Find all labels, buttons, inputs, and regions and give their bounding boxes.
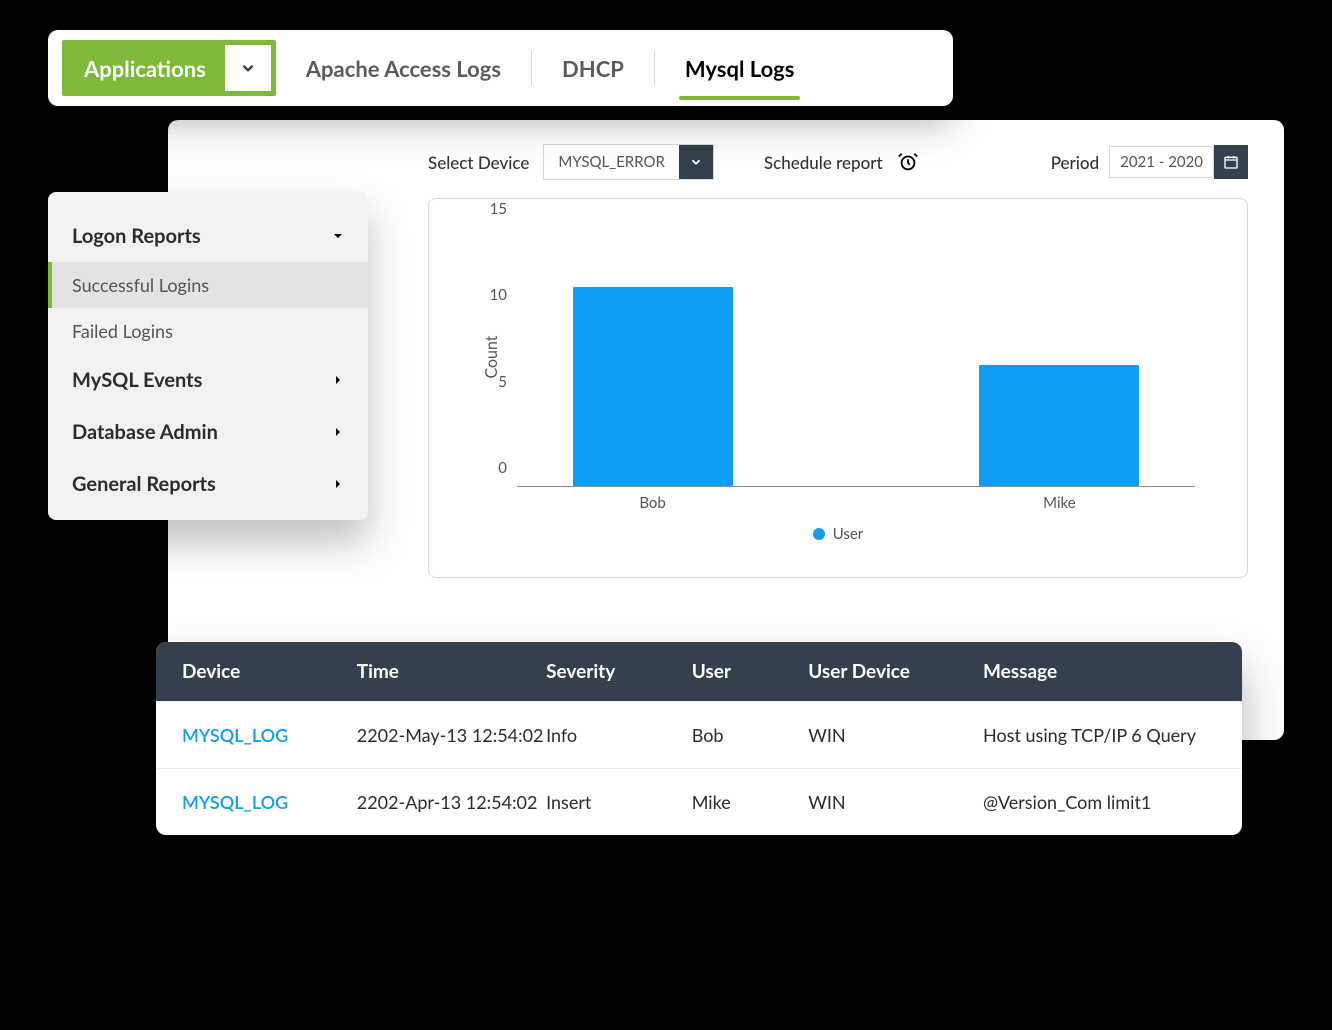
chart-plot-area: Count 051015BobMike	[517, 227, 1195, 487]
schedule-report-label: Schedule report	[764, 152, 883, 173]
report-sidebar: Logon Reports Successful LoginsFailed Log…	[48, 192, 368, 520]
cell-user-device: WIN	[808, 724, 983, 746]
cell-severity: Insert	[546, 791, 692, 813]
log-table: DeviceTimeSeverityUserUser DeviceMessage…	[156, 642, 1242, 835]
cell-time: 2202-Apr-13 12:54:02	[357, 791, 546, 813]
sidebar-group[interactable]: Database Admin	[48, 406, 368, 458]
sidebar-group[interactable]: General Reports	[48, 458, 368, 510]
chart-y-axis-label: Count	[482, 335, 501, 378]
legend-dot-icon	[813, 528, 825, 540]
chart-legend: User	[471, 525, 1205, 543]
report-toolbar: Select Device MYSQL_ERROR Schedule repor…	[428, 144, 1248, 180]
calendar-icon	[1214, 145, 1248, 179]
select-device-label: Select Device	[428, 152, 529, 173]
table-row: MYSQL_LOG2202-May-13 12:54:02InfoBobWINH…	[156, 701, 1242, 768]
applications-dropdown-label: Applications	[84, 55, 206, 82]
select-device-dropdown[interactable]: MYSQL_ERROR	[543, 144, 713, 180]
chart-card: Count 051015BobMike User	[428, 198, 1248, 578]
sidebar-group-label: Database Admin	[72, 420, 218, 444]
applications-dropdown[interactable]: Applications	[62, 40, 276, 96]
tab-apache-access-logs[interactable]: Apache Access Logs	[300, 55, 507, 82]
device-link[interactable]: MYSQL_LOG	[182, 724, 357, 746]
sidebar-item[interactable]: Successful Logins	[48, 262, 368, 308]
table-column-header[interactable]: Severity	[546, 660, 692, 683]
chart-y-tick: 0	[498, 459, 507, 477]
table-row: MYSQL_LOG2202-Apr-13 12:54:02InsertMikeW…	[156, 768, 1242, 835]
device-link[interactable]: MYSQL_LOG	[182, 791, 357, 813]
cell-message: @Version_Com limit1	[983, 791, 1216, 813]
chart-x-label: Mike	[1043, 494, 1076, 512]
sidebar-group-label: MySQL Events	[72, 368, 202, 392]
tab-dhcp[interactable]: DHCP	[556, 55, 630, 82]
chart-y-tick: 15	[490, 200, 507, 218]
tab-mysql-logs[interactable]: Mysql Logs	[679, 55, 801, 82]
sidebar-group[interactable]: Logon Reports	[48, 210, 368, 262]
table-column-header[interactable]: Time	[357, 660, 546, 683]
chevron-down-icon	[224, 44, 272, 92]
chart-y-tick: 10	[490, 286, 507, 304]
chart-legend-label: User	[833, 525, 864, 543]
cell-user: Mike	[692, 791, 809, 813]
app-tab-bar: Applications Apache Access Logs DHCP Mys…	[48, 30, 953, 106]
chart-bar	[979, 365, 1139, 486]
alarm-clock-icon[interactable]	[897, 151, 919, 173]
cell-user-device: WIN	[808, 791, 983, 813]
cell-time: 2202-May-13 12:54:02	[357, 724, 546, 746]
caret-right-icon	[332, 478, 344, 490]
caret-right-icon	[332, 374, 344, 386]
log-table-header: DeviceTimeSeverityUserUser DeviceMessage	[156, 642, 1242, 701]
sidebar-group[interactable]: MySQL Events	[48, 354, 368, 406]
sidebar-group-label: General Reports	[72, 472, 216, 496]
cell-message: Host using TCP/IP 6 Query	[983, 724, 1216, 746]
table-column-header[interactable]: User Device	[808, 660, 983, 683]
select-device-value: MYSQL_ERROR	[544, 147, 678, 177]
tab-separator	[654, 51, 655, 85]
cell-severity: Info	[546, 724, 692, 746]
log-table-body: MYSQL_LOG2202-May-13 12:54:02InfoBobWINH…	[156, 701, 1242, 835]
sidebar-group-label: Logon Reports	[72, 224, 201, 248]
chevron-down-icon	[679, 145, 713, 179]
sidebar-item[interactable]: Failed Logins	[48, 308, 368, 354]
caret-down-icon	[332, 230, 344, 242]
period-label: Period	[1051, 152, 1099, 173]
cell-user: Bob	[692, 724, 809, 746]
chart-y-tick: 5	[498, 373, 507, 391]
period-picker[interactable]: Period 2021 - 2020	[1051, 145, 1248, 179]
table-column-header[interactable]: Device	[182, 660, 357, 683]
caret-right-icon	[332, 426, 344, 438]
table-column-header[interactable]: User	[692, 660, 809, 683]
table-column-header[interactable]: Message	[983, 660, 1216, 683]
tab-separator	[531, 51, 532, 85]
chart-bar	[573, 287, 733, 486]
chart-x-label: Bob	[639, 494, 666, 512]
period-value: 2021 - 2020	[1109, 146, 1214, 178]
